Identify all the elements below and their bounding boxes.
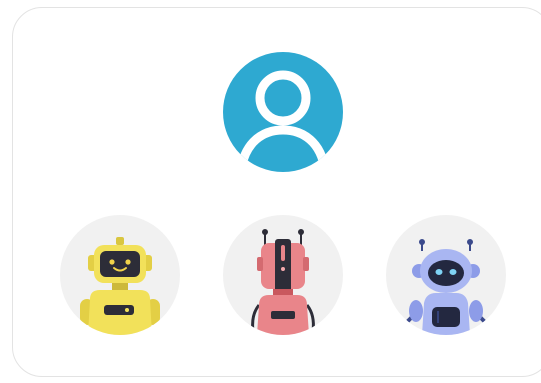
avatar-option-yellow-robot[interactable] bbox=[60, 215, 180, 335]
blue-robot-icon bbox=[404, 239, 488, 335]
avatar-option-red-robot[interactable] bbox=[223, 215, 343, 335]
yellow-robot-icon bbox=[80, 237, 160, 335]
user-silhouette-icon bbox=[223, 52, 343, 172]
selected-avatar[interactable] bbox=[223, 52, 343, 172]
avatar-option-blue-robot[interactable] bbox=[386, 215, 506, 335]
red-robot-icon bbox=[251, 229, 315, 335]
